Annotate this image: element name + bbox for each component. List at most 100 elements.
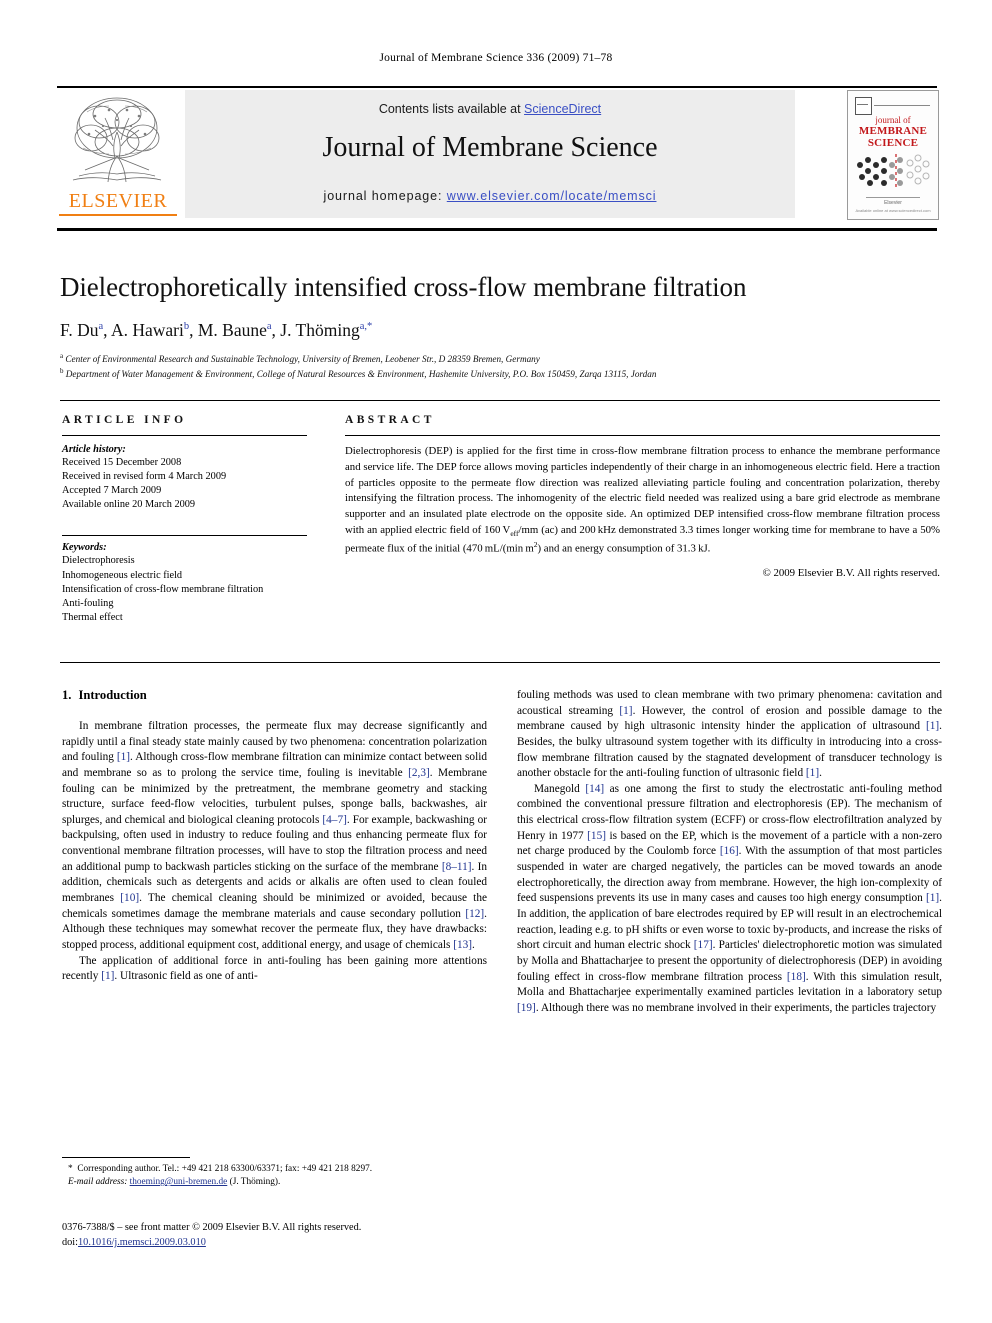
affiliation-item: a Center of Environmental Research and S… [60,351,940,366]
journal-homepage-link[interactable]: www.elsevier.com/locate/memsci [447,189,657,203]
email-label: E-mail address: [68,1177,128,1188]
citation-reference[interactable]: [14] [585,783,604,795]
sciencedirect-link[interactable]: ScienceDirect [524,102,601,116]
elsevier-logo: ELSEVIER [59,90,177,218]
abstract-column: ABSTRACT Dielectrophoresis (DEP) is appl… [345,414,940,579]
body-column-right: fouling methods was used to clean membra… [517,688,942,1016]
abstract-heading: ABSTRACT [345,414,435,426]
author-affil-mark[interactable]: a [267,321,272,332]
keyword-item: Inhomogeneous electric field [62,569,183,581]
corresponding-author-mark[interactable]: a,* [360,321,373,332]
masthead-bottom-rule [57,228,937,232]
keywords-label: Keywords: [62,542,107,554]
body-paragraph: fouling methods was used to clean membra… [517,689,942,780]
affiliation-text: Department of Water Management & Environ… [65,369,657,380]
author-affil-mark[interactable]: a [98,321,103,332]
keyword-item: Thermal effect [62,612,123,624]
citation-reference[interactable]: [1] [806,767,819,779]
page-title: Dielectrophoretically intensified cross-… [60,272,747,302]
contents-available-prefix: Contents lists available at [378,102,525,116]
abstract-copyright: © 2009 Elsevier B.V. All rights reserved… [762,566,940,579]
article-history-item: Available online 20 March 2009 [62,499,196,511]
affiliation-list: a Center of Environmental Research and S… [60,351,940,382]
cover-particle-graphic [854,153,932,191]
author-name: A. Hawari [110,320,184,341]
running-head: Journal of Membrane Science 336 (2009) 7… [379,52,613,64]
article-info-heading: ARTICLE INFO [62,414,187,426]
body-section-top-rule [60,662,940,663]
doi-label: doi: [62,1236,79,1248]
cover-line-science: SCIENCE [867,137,919,149]
email-owner: (J. Thöming). [229,1177,281,1188]
article-info-divider [62,435,307,436]
citation-reference[interactable]: [1] [117,751,130,763]
journal-homepage-line: journal homepage: www.elsevier.com/locat… [185,189,795,203]
author-affil-mark[interactable]: b [184,321,189,332]
citation-reference[interactable]: [2,3] [408,767,430,779]
citation-reference[interactable]: [13] [453,939,472,951]
body-column-left: 1. Introduction In membrane filtration pr… [62,688,487,985]
info-section-top-rule [60,400,940,401]
article-history-item: Accepted 7 March 2009 [62,485,162,497]
section-number: 1. [62,688,72,702]
cover-divider [874,105,930,106]
abstract-text: Dielectrophoresis (DEP) is applied for t… [345,444,940,558]
citation-reference[interactable]: [1] [926,892,939,904]
citation-reference[interactable]: [8–11] [442,861,472,873]
title-block: Dielectrophoretically intensified cross-… [60,272,940,382]
body-paragraph: The application of additional force in a… [62,954,487,983]
author-list: F. Dua, A. Hawarib, M. Baunea, J. Thömin… [60,320,373,341]
keyword-item: Dielectrophoresis [62,555,135,567]
body-paragraph: In membrane filtration processes, the pe… [62,720,488,951]
affiliation-mark: a [60,352,64,361]
keyword-item: Anti-fouling [62,598,114,610]
footnote-star: * [68,1164,73,1174]
keywords-block: Keywords: Dielectrophoresis Inhomogeneou… [62,534,307,626]
citation-reference[interactable]: [1] [926,720,939,732]
citation-reference[interactable]: [18] [787,971,806,983]
author-name: J. Thöming [280,320,360,341]
keyword-item: Intensification of cross-flow membrane f… [62,583,264,595]
author-name: F. Du [60,320,99,341]
citation-reference[interactable]: [15] [587,830,606,842]
abstract-part-1: Dielectrophoresis (DEP) is applied for t… [345,444,940,537]
citation-reference[interactable]: [1] [101,970,114,982]
footnote-rule [62,1157,190,1158]
cover-footer-note: Available online at www.sciencedirect.co… [855,208,931,213]
cover-bottom-divider [866,197,920,198]
citation-reference[interactable]: [16] [720,845,739,857]
journal-title: Journal of Membrane Science [322,132,658,163]
journal-cover-thumbnail: journal of MEMBRANE SCIENCE Elsevier Ava… [847,90,939,220]
corresponding-author-note: * Corresponding author. Tel.: +49 421 21… [62,1163,487,1176]
author-name: M. Baune [197,320,267,341]
contents-available-line: Contents lists available at ScienceDirec… [185,102,795,116]
cover-elsevier-icon [855,97,872,115]
citation-reference[interactable]: [17] [694,939,713,951]
citation-reference[interactable]: [10] [120,892,139,904]
elsevier-wordmark: ELSEVIER [59,190,177,216]
article-info-column: ARTICLE INFO Article history: Received 1… [62,414,307,625]
cover-footer-publisher: Elsevier [884,200,902,206]
doi-link[interactable]: 10.1016/j.memsci.2009.03.010 [78,1237,206,1248]
sciencedirect-band: Contents lists available at ScienceDirec… [185,90,795,218]
citation-reference[interactable]: [19] [517,1002,536,1014]
footnote-block: * Corresponding author. Tel.: +49 421 21… [62,1163,487,1189]
article-history-label: Article history: [62,443,126,455]
issn-copyright-line: 0376-7388/$ – see front matter © 2009 El… [62,1222,362,1233]
abstract-divider [345,435,940,436]
affiliation-text: Center of Environmental Research and Sus… [65,354,540,365]
citation-reference[interactable]: [1] [619,705,632,717]
cover-line-membrane: MEMBRANE [858,125,928,137]
citation-reference[interactable]: [4–7] [322,814,346,826]
email-link[interactable]: thoeming@uni-bremen.de [130,1177,228,1187]
citation-reference[interactable]: [12] [465,908,484,920]
abstract-subscript: eff [510,529,519,539]
cover-line-journal-of: journal of [875,115,911,125]
affiliation-item: b Department of Water Management & Envir… [60,366,940,381]
paper-page: Journal of Membrane Science 336 (2009) 7… [0,0,992,1323]
journal-masthead: ELSEVIER Contents lists available at Sci… [57,86,939,221]
imprint-block: 0376-7388/$ – see front matter © 2009 El… [62,1221,502,1250]
corresponding-author-text: Corresponding author. Tel.: +49 421 218 … [77,1164,373,1174]
doi-line: doi:10.1016/j.memsci.2009.03.010 [62,1236,502,1251]
keywords-divider [62,534,307,536]
